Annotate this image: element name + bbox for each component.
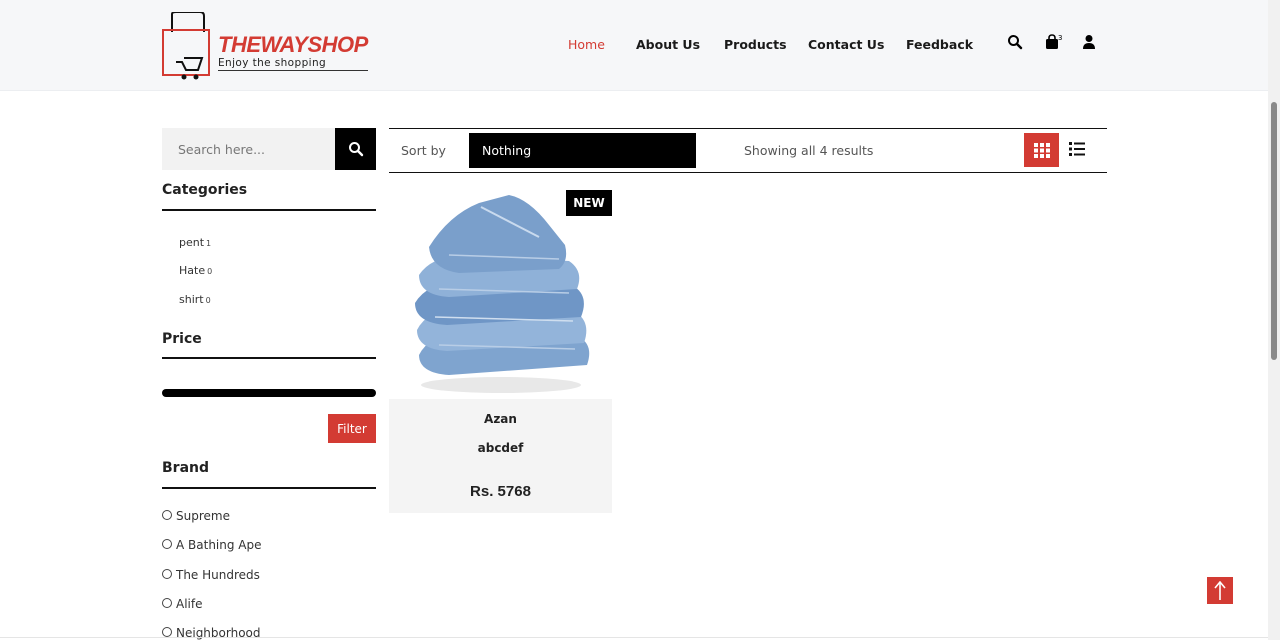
divider xyxy=(162,209,376,211)
brand-label: A Bathing Ape xyxy=(176,538,262,552)
search-icon[interactable] xyxy=(1007,34,1025,52)
search-button[interactable] xyxy=(335,128,376,170)
price-range-slider[interactable] xyxy=(162,389,376,397)
category-item[interactable]: Hate 0 xyxy=(179,264,212,277)
filter-button[interactable]: Filter xyxy=(328,414,376,443)
category-count: 0 xyxy=(207,267,213,276)
radio-button[interactable] xyxy=(162,510,172,520)
category-name: Hate xyxy=(179,264,206,277)
product-price: Rs. 5768 xyxy=(470,483,531,500)
nav-home[interactable]: Home xyxy=(568,37,605,52)
product-description: abcdef xyxy=(477,441,524,455)
grid-icon xyxy=(1033,142,1050,158)
user-icon[interactable] xyxy=(1082,34,1100,52)
divider xyxy=(162,487,376,489)
nav-about-us[interactable]: About Us xyxy=(636,37,700,52)
brand-label: Supreme xyxy=(176,509,230,523)
category-item[interactable]: shirt 0 xyxy=(179,293,211,306)
shopping-bag-logo-icon xyxy=(162,12,210,80)
category-item[interactable]: pent 1 xyxy=(179,236,211,249)
site-logo[interactable]: THEWAYSHOP Enjoy the shopping xyxy=(162,12,368,82)
jeans-stack-image xyxy=(415,195,590,393)
radio-button[interactable] xyxy=(162,539,172,549)
product-info: Azan abcdef Rs. 5768 xyxy=(389,399,612,513)
divider xyxy=(0,637,1268,638)
categories-heading: Categories xyxy=(162,182,248,198)
new-badge: NEW xyxy=(566,190,612,216)
search-icon xyxy=(348,142,363,157)
category-count: 1 xyxy=(206,239,212,248)
back-to-top-button[interactable] xyxy=(1207,577,1233,604)
brand-heading: Brand xyxy=(162,460,210,476)
category-name: shirt xyxy=(179,293,204,306)
site-header: THEWAYSHOP Enjoy the shopping Home About… xyxy=(0,0,1268,91)
brand-option[interactable]: A Bathing Ape xyxy=(162,538,262,552)
arrow-up-icon xyxy=(1214,580,1226,600)
list-icon xyxy=(1069,142,1085,156)
brand-option[interactable]: The Hundreds xyxy=(162,568,260,582)
brand-label: Alife xyxy=(176,597,203,611)
nav-contact-us[interactable]: Contact Us xyxy=(808,37,884,52)
search-input[interactable] xyxy=(162,128,336,170)
scrollbar-thumb[interactable] xyxy=(1271,102,1277,360)
radio-button[interactable] xyxy=(162,627,172,637)
nav-feedback[interactable]: Feedback xyxy=(906,37,973,52)
results-count: Showing all 4 results xyxy=(744,143,874,158)
price-heading: Price xyxy=(162,331,202,347)
page-scrollbar[interactable] xyxy=(1268,0,1280,640)
product-image[interactable]: NEW xyxy=(389,185,612,399)
radio-button[interactable] xyxy=(162,569,172,579)
product-card[interactable]: NEW Azan abcdef Rs. 5768 xyxy=(389,185,612,513)
list-view-button[interactable] xyxy=(1067,139,1087,159)
grid-view-button[interactable] xyxy=(1024,133,1059,167)
logo-tagline: Enjoy the shopping xyxy=(218,57,368,71)
logo-title: THEWAYSHOP xyxy=(218,32,368,57)
brand-option[interactable]: Supreme xyxy=(162,509,230,523)
brand-label: The Hundreds xyxy=(176,568,260,582)
product-name[interactable]: Azan xyxy=(389,412,612,426)
sidebar-search xyxy=(162,128,376,170)
sort-select[interactable]: Nothing xyxy=(469,133,696,168)
cart-count-badge: 3 xyxy=(1058,34,1063,42)
brand-option[interactable]: Alife xyxy=(162,597,202,611)
sort-label: Sort by xyxy=(401,143,446,158)
category-count: 0 xyxy=(205,296,211,305)
logo-text: THEWAYSHOP Enjoy the shopping xyxy=(218,34,368,71)
category-name: pent xyxy=(179,236,205,249)
radio-button[interactable] xyxy=(162,598,172,608)
divider xyxy=(162,357,376,359)
nav-products[interactable]: Products xyxy=(724,37,787,52)
product-toolbar: Sort by Nothing Showing all 4 results xyxy=(389,128,1107,173)
